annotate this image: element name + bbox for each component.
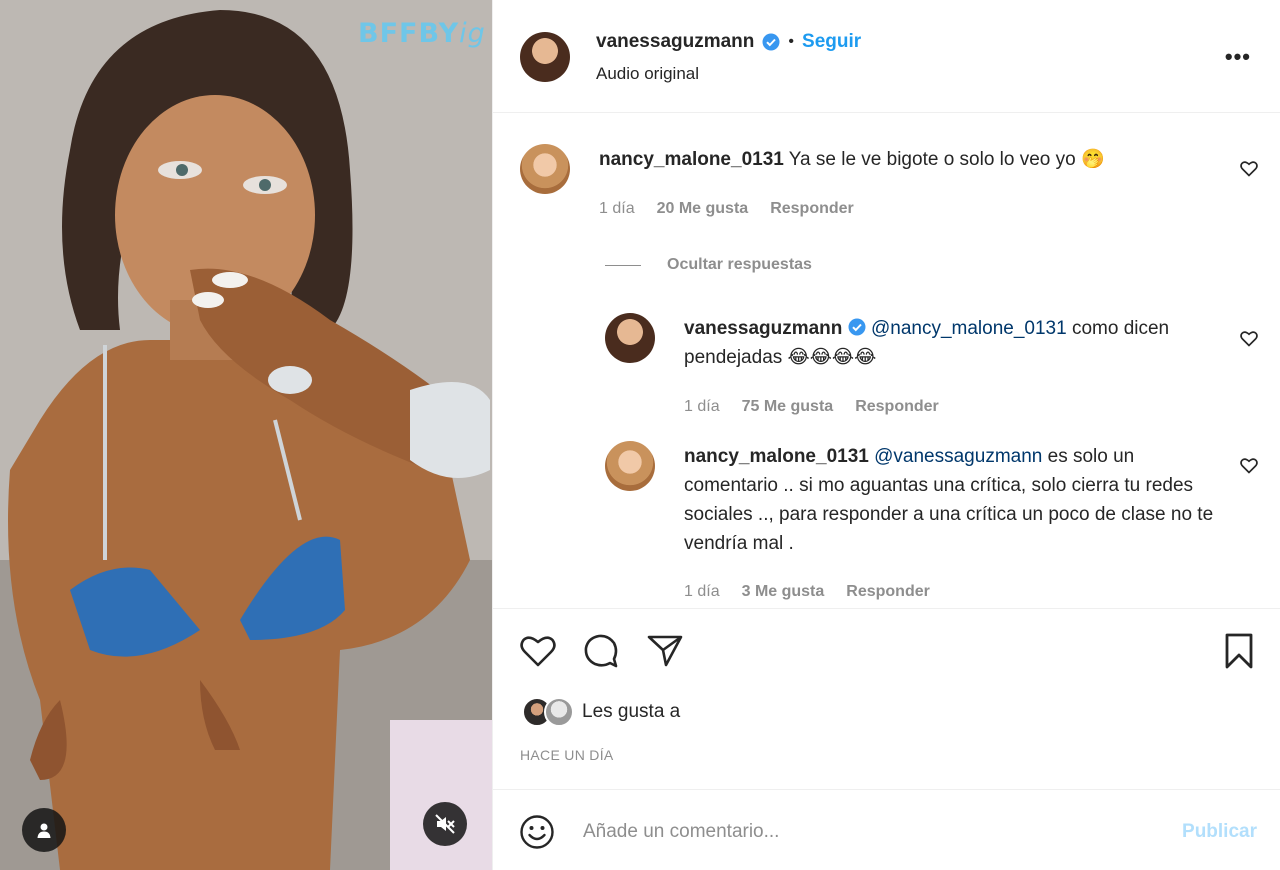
comment-composer: Publicar (493, 789, 1280, 870)
person-icon (37, 823, 51, 838)
liked-by-text[interactable]: Les gusta a (582, 701, 680, 723)
author-username[interactable]: vanessaguzmann (596, 31, 754, 53)
mention-link[interactable]: @nancy_malone_0131 (871, 318, 1067, 339)
hide-replies-label: Ocultar respuestas (667, 256, 812, 273)
speaker-muted-icon (435, 814, 455, 834)
comment-username[interactable]: nancy_malone_0131 (599, 149, 784, 170)
watermark: BFFBYig (358, 18, 486, 49)
save-bookmark-icon[interactable] (1219, 631, 1259, 671)
reply-time[interactable]: 1 día (684, 583, 720, 601)
comment-text: Ya se le ve bigote o solo lo veo yo 🤭 (788, 149, 1105, 170)
more-options-button[interactable]: ••• (1225, 44, 1251, 70)
reply-button[interactable]: Responder (855, 398, 939, 416)
verified-badge-icon (848, 318, 866, 336)
post-actions: Les gusta a HACE UN DÍA (493, 608, 1280, 788)
divider-line (605, 264, 641, 266)
reply-body: vanessaguzmann @nancy_malone_0131 como d… (684, 314, 1224, 372)
comment-input[interactable] (583, 812, 1143, 852)
comment-body: nancy_malone_0131 Ya se le ve bigote o s… (599, 145, 1219, 174)
reply-meta: 1 día 75 Me gusta Responder (684, 398, 939, 416)
reply-likes[interactable]: 75 Me gusta (742, 398, 834, 416)
instagram-post: BFFBYig vanessaguzmann • Seguir Audio or… (0, 0, 1280, 870)
author-row: vanessaguzmann • Seguir (596, 31, 861, 53)
mention-link[interactable]: @vanessaguzmann (874, 446, 1042, 467)
comment-item: nancy_malone_0131 Ya se le ve bigote o s… (599, 145, 1219, 174)
post-photo (0, 0, 492, 870)
reply-avatar[interactable] (605, 441, 655, 491)
post-header: vanessaguzmann • Seguir Audio original •… (493, 0, 1280, 113)
reply-body: nancy_malone_0131 @vanessaguzmann es sol… (684, 442, 1224, 558)
verified-badge-icon (762, 33, 780, 51)
comment-time[interactable]: 1 día (599, 200, 635, 218)
like-comment-heart-icon[interactable] (1239, 158, 1259, 178)
publish-button[interactable]: Publicar (1182, 821, 1257, 843)
reply-button[interactable]: Responder (846, 583, 930, 601)
separator-dot: • (788, 33, 795, 50)
author-avatar[interactable] (520, 32, 570, 82)
reply-item: nancy_malone_0131 @vanessaguzmann es sol… (684, 442, 1224, 558)
comment-meta: 1 día 20 Me gusta Responder (599, 200, 854, 218)
reply-item: vanessaguzmann @nancy_malone_0131 como d… (684, 314, 1224, 372)
post-media[interactable]: BFFBYig (0, 0, 492, 870)
reply-avatar[interactable] (605, 313, 655, 363)
post-sidebar: vanessaguzmann • Seguir Audio original •… (492, 0, 1280, 870)
reply-username[interactable]: vanessaguzmann (684, 318, 842, 339)
reply-button[interactable]: Responder (770, 200, 854, 218)
reply-likes[interactable]: 3 Me gusta (742, 583, 825, 601)
tagged-users-button[interactable] (22, 808, 66, 852)
hide-replies-toggle[interactable]: Ocultar respuestas (605, 256, 812, 274)
liked-by-row[interactable]: Les gusta a (522, 697, 680, 727)
reply-time[interactable]: 1 día (684, 398, 720, 416)
share-paper-plane-icon[interactable] (645, 631, 685, 671)
emoji-icon[interactable] (519, 814, 555, 850)
post-timestamp[interactable]: HACE UN DÍA (520, 747, 614, 763)
like-reply-heart-icon[interactable] (1239, 455, 1259, 475)
comment-likes[interactable]: 20 Me gusta (657, 200, 749, 218)
like-reply-heart-icon[interactable] (1239, 328, 1259, 348)
liker-avatar (544, 697, 574, 727)
comment-avatar[interactable] (520, 144, 570, 194)
mute-button[interactable] (423, 802, 467, 846)
reply-username[interactable]: nancy_malone_0131 (684, 446, 869, 467)
comments-list[interactable]: nancy_malone_0131 Ya se le ve bigote o s… (493, 114, 1280, 608)
reply-meta: 1 día 3 Me gusta Responder (684, 583, 930, 601)
like-heart-icon[interactable] (518, 631, 558, 671)
follow-button[interactable]: Seguir (802, 31, 861, 53)
audio-label[interactable]: Audio original (596, 64, 699, 84)
comment-bubble-icon[interactable] (581, 631, 621, 671)
